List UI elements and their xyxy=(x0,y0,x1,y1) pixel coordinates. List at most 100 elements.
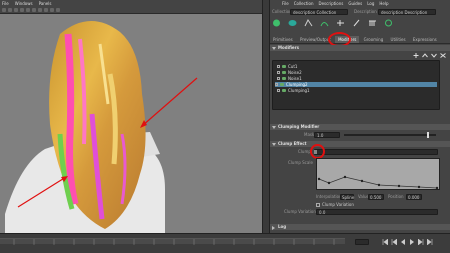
clumping-modifier-header[interactable]: Clumping Modifier xyxy=(270,124,450,130)
hair-icon[interactable] xyxy=(288,19,297,27)
tab-primitives[interactable]: Primitives xyxy=(270,36,296,43)
brush-icon[interactable] xyxy=(352,19,361,27)
tool-icon[interactable] xyxy=(38,8,42,12)
clump-variation-checkbox-row: Clump Variation xyxy=(270,202,450,208)
move-up-icon[interactable] xyxy=(422,53,428,58)
move-down-icon[interactable] xyxy=(431,53,437,58)
playback-controls xyxy=(382,239,433,245)
clump-scale-curve xyxy=(317,175,439,190)
noise-icon xyxy=(282,77,286,80)
curve-controls-row: Interpolation Spline Value 0.500 Positio… xyxy=(270,194,450,200)
description-dropdown[interactable]: description Description xyxy=(378,9,436,15)
tool-icon[interactable] xyxy=(14,8,18,12)
tool-icon[interactable] xyxy=(56,8,60,12)
mask-slider-track[interactable] xyxy=(344,134,436,136)
clump-label: Clump xyxy=(298,149,311,154)
step-forward-icon[interactable] xyxy=(418,239,424,245)
list-item[interactable]: Clumping1 xyxy=(277,88,310,93)
checkbox[interactable] xyxy=(277,89,280,92)
mask-row: Mask 1.0 xyxy=(270,132,450,138)
refresh-icon[interactable] xyxy=(384,19,393,27)
guide-icon[interactable] xyxy=(304,19,313,27)
description-label: Description xyxy=(354,9,377,14)
modifiers-section-header[interactable]: Modifiers xyxy=(270,45,450,51)
list-item-label: Clumping2 xyxy=(286,82,308,87)
panel-menu-log[interactable]: Log xyxy=(367,1,374,7)
checkbox[interactable] xyxy=(275,83,278,86)
curve-icon[interactable] xyxy=(320,19,329,27)
position-field[interactable]: 0.000 xyxy=(406,194,422,200)
tab-utilities[interactable]: Utilities xyxy=(388,36,409,43)
tool-icon[interactable] xyxy=(44,8,48,12)
mask-slider-handle[interactable] xyxy=(427,132,429,138)
panel-menu-guides[interactable]: Guides xyxy=(348,1,362,7)
interpolation-dropdown[interactable]: Spline xyxy=(340,194,354,200)
clump-variation-row: Clump Variation 0.0 xyxy=(270,209,450,215)
current-frame-field[interactable] xyxy=(355,239,369,245)
go-to-end-icon[interactable] xyxy=(427,239,433,245)
checkbox[interactable] xyxy=(277,77,280,80)
position-label: Position xyxy=(388,194,404,199)
clumping-icon xyxy=(282,89,286,92)
clump-scale-label: Clump Scale xyxy=(288,160,313,165)
list-item[interactable]: Noise1 xyxy=(277,76,302,81)
value-field[interactable]: 0.500 xyxy=(368,194,384,200)
panel-menu-descriptions[interactable]: Descriptions xyxy=(319,1,344,7)
tool-icon[interactable] xyxy=(32,8,36,12)
clump-field[interactable] xyxy=(314,149,438,155)
tool-icon[interactable] xyxy=(50,8,54,12)
comb-icon[interactable] xyxy=(368,19,377,27)
collapse-arrow-icon xyxy=(272,47,276,50)
expand-arrow-icon xyxy=(272,226,275,230)
sculpt-icon[interactable] xyxy=(336,19,345,27)
menu-windows[interactable]: Windows xyxy=(15,1,33,7)
interpolation-label: Interpolation xyxy=(316,194,342,199)
delete-modifier-icon[interactable] xyxy=(440,53,446,58)
play-back-icon[interactable] xyxy=(400,239,406,245)
cut-icon xyxy=(282,65,286,68)
xgen-panel: File Collection Descriptions Guides Log … xyxy=(270,0,450,233)
menu-file[interactable]: File xyxy=(2,1,9,7)
panel-menu-help[interactable]: Help xyxy=(379,1,388,7)
panel-splitter[interactable] xyxy=(262,0,270,233)
tool-icon[interactable] xyxy=(26,8,30,12)
collection-dropdown[interactable]: description Collection xyxy=(290,9,348,15)
time-slider[interactable] xyxy=(0,238,345,245)
list-item[interactable]: Cut1 xyxy=(277,64,297,69)
timeline[interactable] xyxy=(0,233,450,253)
go-to-start-icon[interactable] xyxy=(382,239,388,245)
clump-variation-label: Clump Variation xyxy=(284,209,316,214)
clump-scale-ramp[interactable] xyxy=(316,158,440,190)
menu-panels[interactable]: Panels xyxy=(39,1,52,7)
tab-expressions[interactable]: Expressions xyxy=(410,36,440,43)
checkbox[interactable] xyxy=(277,71,280,74)
mask-field[interactable]: 1.0 xyxy=(314,132,340,138)
noise-icon xyxy=(282,71,286,74)
clumping-icon xyxy=(280,83,284,86)
panel-menu-file[interactable]: File xyxy=(282,1,289,7)
tool-icon[interactable] xyxy=(20,8,24,12)
log-section-header[interactable]: Log xyxy=(270,224,450,230)
create-description-icon[interactable] xyxy=(272,19,281,27)
toolbar-icons xyxy=(2,8,60,13)
step-back-icon[interactable] xyxy=(391,239,397,245)
clump-variation-field[interactable]: 0.0 xyxy=(316,209,438,215)
clump-variation-checkbox-label: Clump Variation xyxy=(322,202,354,207)
tool-icon[interactable] xyxy=(2,8,6,12)
list-item-selected[interactable]: Clumping2 xyxy=(275,82,437,87)
time-ruler xyxy=(13,239,335,245)
list-item[interactable]: Noise2 xyxy=(277,70,302,75)
tool-icon[interactable] xyxy=(8,8,12,12)
panel-menu-collection[interactable]: Collection xyxy=(294,1,314,7)
tab-grooming[interactable]: Grooming xyxy=(361,36,387,43)
list-item-label: Noise2 xyxy=(288,70,302,75)
list-item-label: Clumping1 xyxy=(288,88,310,93)
clump-variation-checkbox[interactable] xyxy=(316,203,320,207)
checkbox[interactable] xyxy=(277,65,280,68)
add-modifier-icon[interactable] xyxy=(413,53,419,58)
list-item-label: Cut1 xyxy=(288,64,298,69)
maya-menu-bar: File Windows Panels xyxy=(2,1,51,7)
viewport-3d[interactable] xyxy=(0,14,262,233)
clump-effect-header[interactable]: Clump Effect xyxy=(270,141,450,147)
play-forward-icon[interactable] xyxy=(409,239,415,245)
